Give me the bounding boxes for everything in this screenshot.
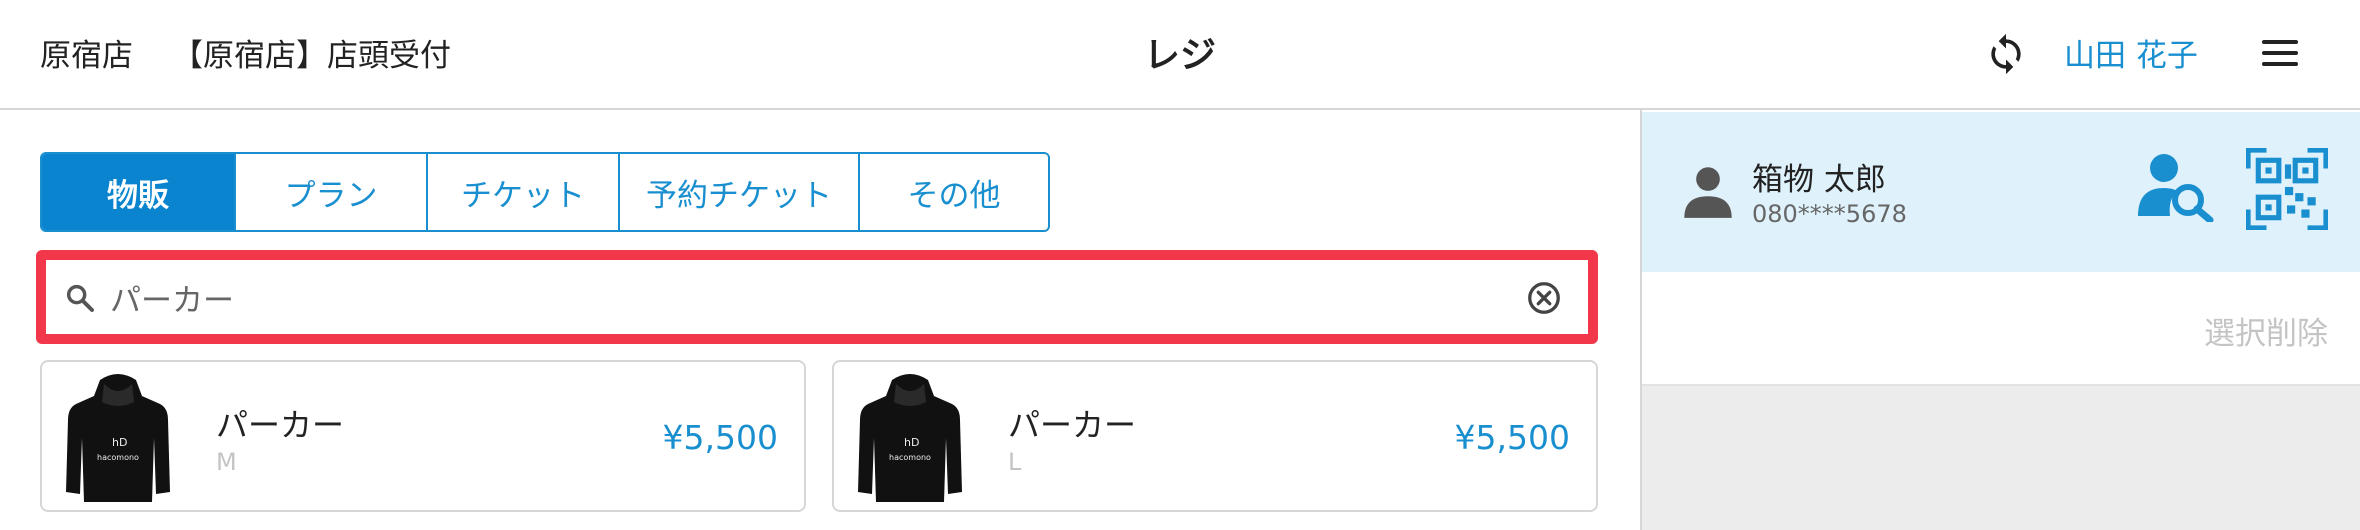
- search-input[interactable]: [110, 272, 1490, 322]
- hoodie-image: hD hacomono: [66, 374, 170, 502]
- brand-mark: hD: [904, 436, 919, 449]
- search-bar: [46, 260, 1588, 334]
- product-variant: L: [1008, 448, 1022, 476]
- product-name: パーカー: [216, 406, 345, 444]
- page-title: レジ: [1143, 35, 1216, 76]
- tab-plan[interactable]: プラン: [234, 154, 426, 230]
- search-highlight-frame: [36, 250, 1598, 344]
- qr-code-icon[interactable]: [2246, 148, 2328, 230]
- brand-text: hacomono: [97, 453, 139, 462]
- product-variant: M: [216, 448, 237, 476]
- brand-mark: hD: [112, 436, 127, 449]
- customer-panel: 箱物 太郎 080****5678: [1642, 112, 2360, 272]
- product-price: ¥5,500: [662, 418, 778, 457]
- product-card[interactable]: hD hacomono パーカー L ¥5,500: [832, 360, 1598, 512]
- top-bar: 原宿店 【原宿店】店頭受付 レジ 山田 花子: [0, 0, 2360, 110]
- tab-goods[interactable]: 物販: [42, 154, 234, 230]
- store-name: 原宿店: [40, 38, 133, 74]
- product-name: パーカー: [1008, 406, 1137, 444]
- refresh-icon[interactable]: [1984, 32, 2028, 76]
- clear-circle-icon[interactable]: [1526, 280, 1562, 316]
- tab-reservation-ticket[interactable]: 予約チケット: [618, 154, 858, 230]
- product-price: ¥5,500: [1454, 418, 1570, 457]
- product-card[interactable]: hD hacomono パーカー M ¥5,500: [40, 360, 806, 512]
- hamburger-menu-icon[interactable]: [2260, 36, 2300, 70]
- clear-selection-button[interactable]: 選択削除: [2204, 308, 2328, 353]
- category-tabs: 物販 プラン チケット 予約チケット その他: [40, 152, 1050, 232]
- tab-ticket[interactable]: チケット: [426, 154, 618, 230]
- tab-other[interactable]: その他: [858, 154, 1048, 230]
- hoodie-image: hD hacomono: [858, 374, 962, 502]
- customer-phone: 080****5678: [1752, 200, 1907, 228]
- customer-search-icon[interactable]: [2138, 152, 2214, 222]
- counter-name: 【原宿店】店頭受付: [172, 38, 451, 74]
- customer-name: 箱物 太郎: [1752, 162, 1886, 198]
- cart-list-area: [1642, 386, 2360, 530]
- user-name-link[interactable]: 山田 花子: [2064, 30, 2198, 75]
- person-icon: [1684, 167, 1732, 218]
- search-icon: [66, 284, 94, 312]
- brand-text: hacomono: [889, 453, 931, 462]
